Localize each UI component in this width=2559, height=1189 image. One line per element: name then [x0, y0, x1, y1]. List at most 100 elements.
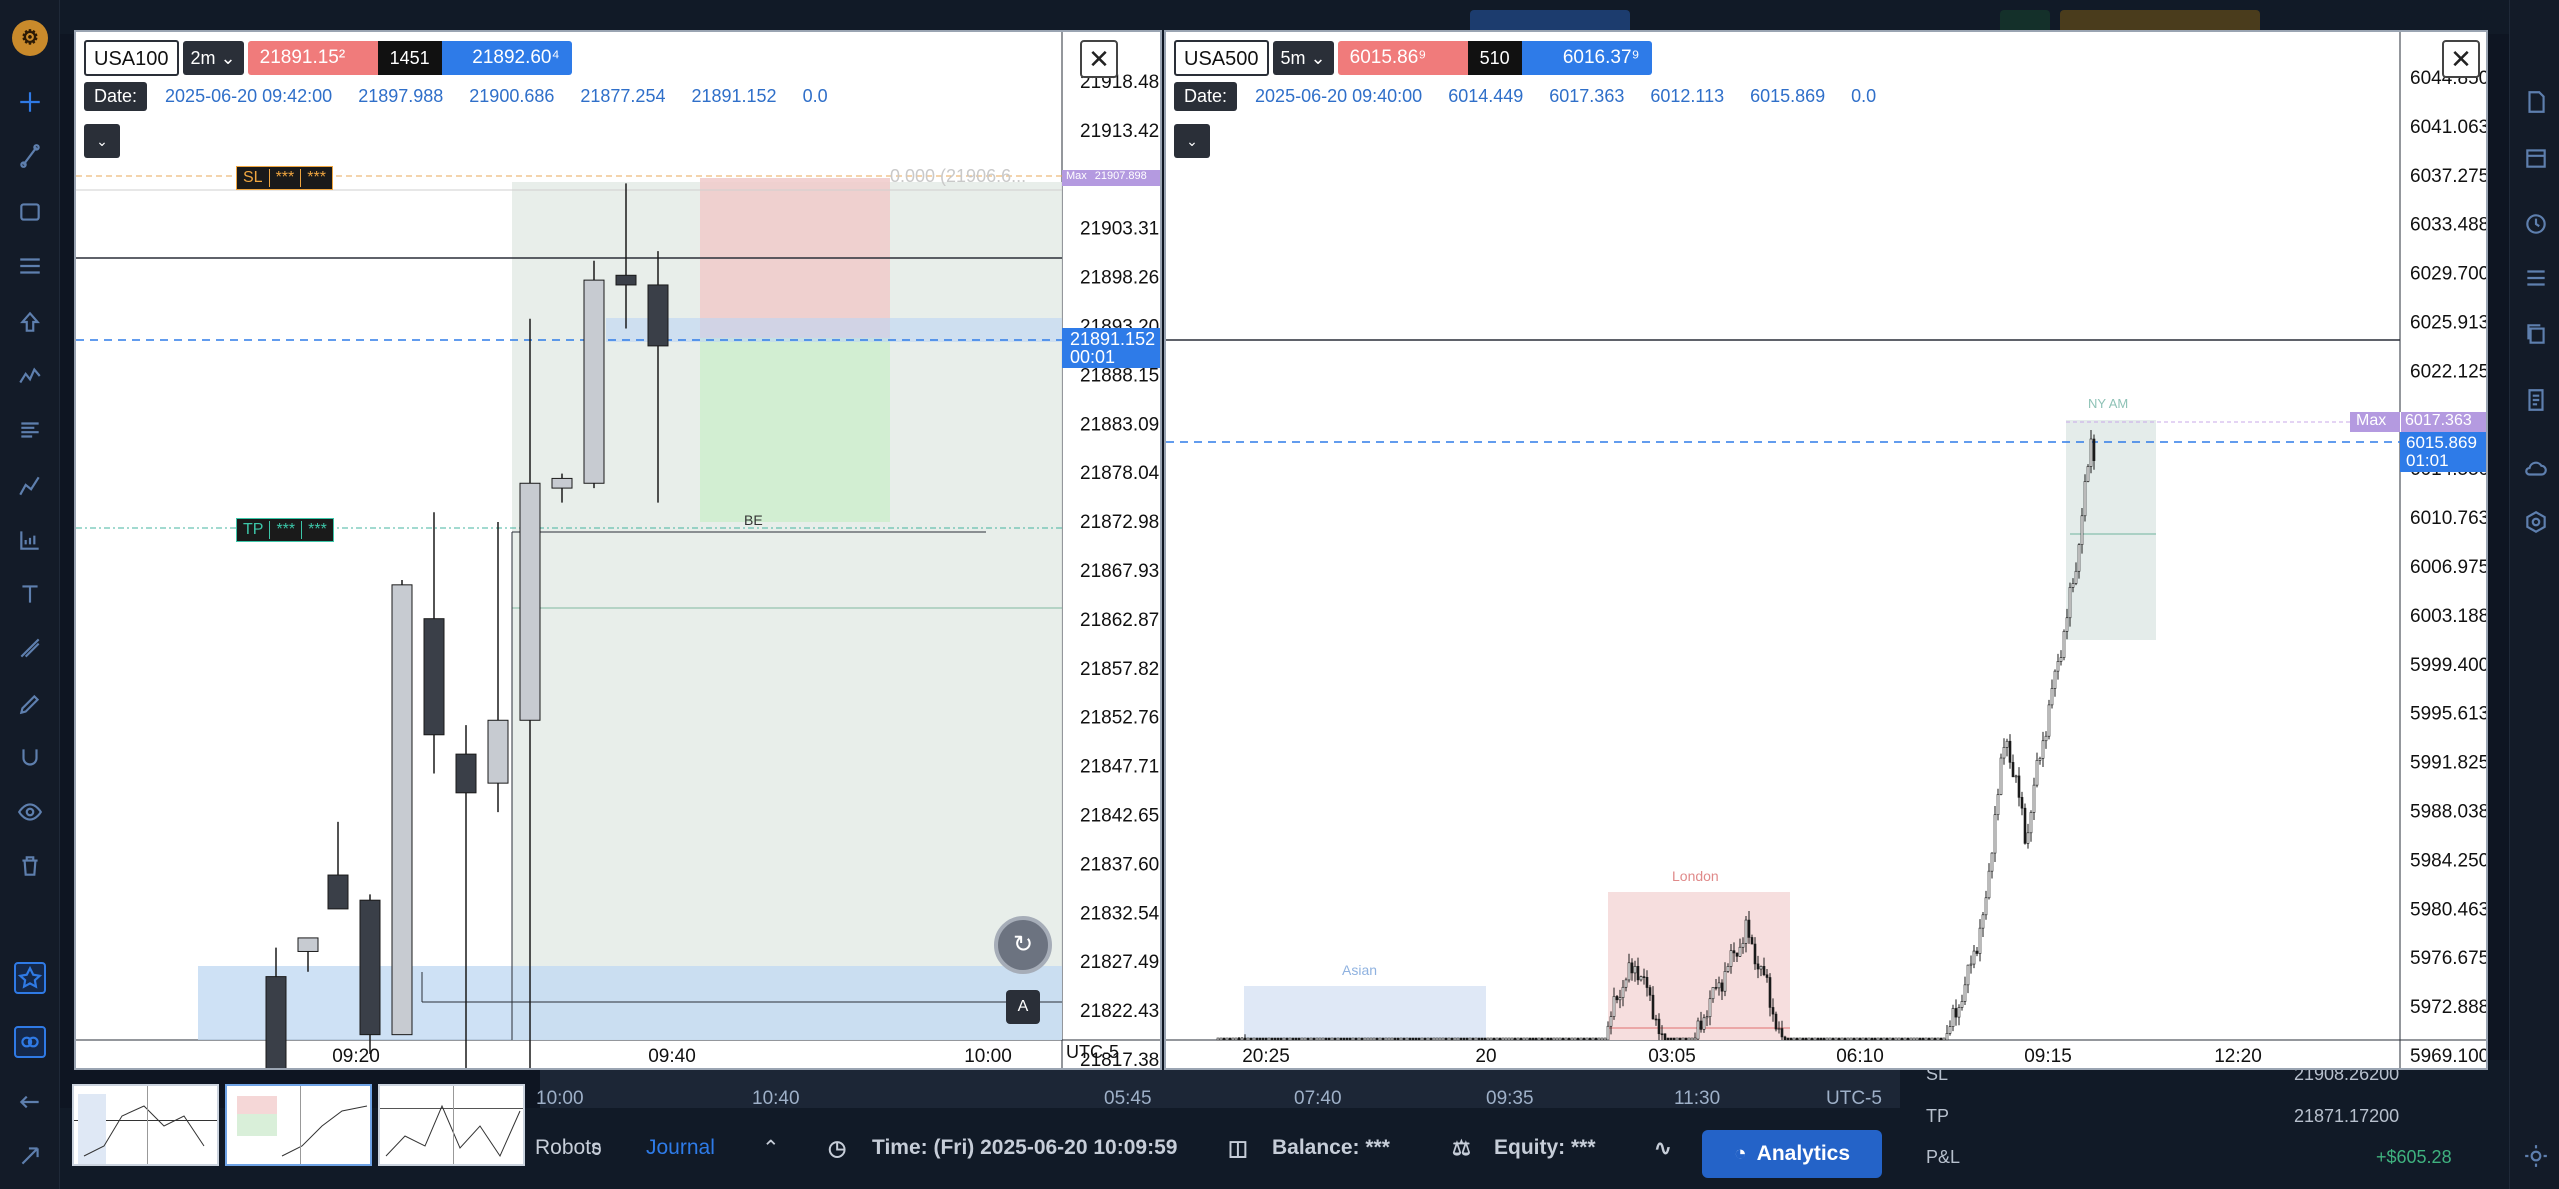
- theme-sun-icon[interactable]: [2520, 1140, 2552, 1172]
- lower-time-label: 11:30: [1674, 1088, 1721, 1109]
- candle-body: [1957, 1007, 1961, 1018]
- report-icon[interactable]: [2520, 384, 2552, 416]
- close-chart-button[interactable]: ✕: [1080, 40, 1118, 78]
- rectangle-icon[interactable]: [14, 196, 46, 228]
- candle-body: [2035, 759, 2039, 786]
- candle-body: [1402, 1037, 1406, 1041]
- fib-icon[interactable]: [14, 250, 46, 282]
- candle-body: [1882, 1037, 1886, 1041]
- candle-body: [1924, 1037, 1928, 1041]
- time-axis-label: 09:20: [332, 1046, 380, 1067]
- ohlc-legend: Date: 2025-06-20 09:40:00 6014.449 6017.…: [1174, 82, 1876, 111]
- candle-body: [1717, 982, 1721, 989]
- candle-body: [1528, 1037, 1532, 1041]
- list-icon[interactable]: [2520, 262, 2552, 294]
- layout-thumbnail[interactable]: [72, 1084, 219, 1166]
- candle-body: [1465, 1037, 1469, 1041]
- document-icon[interactable]: [2520, 86, 2552, 118]
- cloud-icon[interactable]: [2520, 452, 2552, 484]
- favorite-star-icon[interactable]: [14, 962, 46, 994]
- candle-body: [1378, 1037, 1382, 1041]
- price-axis-label: 21878.040: [1080, 463, 1162, 484]
- candle-body: [1573, 1037, 1577, 1041]
- analytics-button[interactable]: ◔ Analytics: [1702, 1130, 1882, 1178]
- timeframe-selector[interactable]: 5m ⌄: [1272, 41, 1334, 75]
- chart-window-usa100[interactable]: 21918.48021913.42521908.37021903.3152189…: [74, 30, 1162, 1070]
- ruler-icon[interactable]: [14, 524, 46, 556]
- current-price-tag: 21891.152 00:01: [1062, 328, 1160, 368]
- clock-icon[interactable]: [2520, 208, 2552, 240]
- collapse-legend-button[interactable]: ⌄: [84, 124, 120, 158]
- candle-body: [1735, 952, 1739, 957]
- candle-body: [551, 477, 573, 489]
- settings-hex-icon[interactable]: [2520, 506, 2552, 538]
- take-profit-tag[interactable]: TP *** ***: [236, 518, 334, 542]
- candle-body: [1897, 1037, 1901, 1041]
- candle-body: [423, 618, 445, 736]
- candle-body: [1333, 1037, 1337, 1041]
- sell-price-button[interactable]: 6015.86⁹: [1337, 41, 1468, 75]
- candle-body: [1375, 1037, 1379, 1041]
- price-axis-label: 21883.095: [1080, 414, 1162, 435]
- candle-body: [1348, 1037, 1352, 1041]
- calendar-icon[interactable]: [2520, 142, 2552, 174]
- eye-icon[interactable]: [14, 796, 46, 828]
- arrow-up-icon[interactable]: [14, 306, 46, 338]
- crosshair-icon[interactable]: [14, 86, 46, 118]
- candle-body: [1930, 1037, 1934, 1041]
- candle-body: [1648, 987, 1652, 996]
- copy-icon[interactable]: [2520, 318, 2552, 350]
- symbol-selector[interactable]: USA100: [84, 40, 179, 76]
- candle-body: [1990, 852, 1994, 872]
- candle-body: [1864, 1037, 1868, 1041]
- chart-window-usa500[interactable]: 6044.850 6041.063 6037.275 6033.488 6029.700…: [1164, 30, 2488, 1070]
- candle-body: [1744, 919, 1748, 944]
- candle-body: [1300, 1037, 1304, 1041]
- auto-scale-button[interactable]: A: [1006, 990, 1040, 1024]
- stop-loss-tag[interactable]: SL *** ***: [236, 166, 333, 190]
- journal-tab[interactable]: Journal: [646, 1136, 715, 1160]
- jump-to-realtime-button[interactable]: ↻: [994, 916, 1052, 974]
- usa500-candlestick-chart[interactable]: 6044.8506041.0636037.2756033.4886029.700…: [1166, 32, 2488, 1070]
- timezone-label[interactable]: UTC-5: [1066, 1042, 1119, 1063]
- layout-thumbnail[interactable]: [378, 1084, 525, 1166]
- candle-body: [1813, 1037, 1817, 1041]
- sell-price-button[interactable]: 21891.15²: [247, 41, 378, 75]
- undo-icon[interactable]: [14, 1086, 46, 1118]
- candle-body: [1690, 1037, 1694, 1041]
- pattern-icon[interactable]: [14, 360, 46, 392]
- collapse-legend-button[interactable]: ⌄: [1174, 124, 1210, 158]
- redo-icon[interactable]: [14, 1140, 46, 1172]
- expand-panel-icon[interactable]: ⌃: [762, 1136, 780, 1161]
- candle-body: [1885, 1037, 1889, 1041]
- candle-body: [1786, 1037, 1790, 1041]
- link-icon[interactable]: [14, 1026, 46, 1058]
- close-chart-button[interactable]: ✕: [2442, 40, 2480, 78]
- buy-price-button[interactable]: 21892.60⁴: [441, 41, 572, 75]
- text-icon[interactable]: [14, 578, 46, 610]
- candle-body: [1615, 996, 1619, 1001]
- pencil-icon[interactable]: [14, 688, 46, 720]
- layout-thumbnail[interactable]: [225, 1084, 372, 1166]
- candle-body: [1408, 1037, 1412, 1041]
- candle-body: [1249, 1037, 1253, 1041]
- candle-body: [1318, 1037, 1322, 1041]
- path-icon[interactable]: [14, 470, 46, 502]
- magnet-icon[interactable]: [14, 742, 46, 774]
- price-axis-label: 5972.888: [2410, 997, 2488, 1018]
- candle-body: [1234, 1037, 1238, 1041]
- candle-body: [2005, 740, 2009, 748]
- brush-icon[interactable]: [14, 632, 46, 664]
- symbol-selector[interactable]: USA500: [1174, 40, 1269, 76]
- timeframe-selector[interactable]: 2m ⌄: [182, 41, 244, 75]
- trend-line-icon[interactable]: [14, 140, 46, 172]
- chart-toggle-icon[interactable]: ∿: [1654, 1136, 1672, 1161]
- candle-body: [1417, 1037, 1421, 1041]
- candle-body: [1831, 1037, 1835, 1041]
- candle-body: [1600, 1037, 1604, 1041]
- candle-body: [1570, 1037, 1574, 1041]
- buy-price-button[interactable]: 6016.37⁹: [1521, 41, 1652, 75]
- candle-body: [2029, 812, 2033, 834]
- lines-icon[interactable]: [14, 414, 46, 446]
- trash-icon[interactable]: [14, 850, 46, 882]
